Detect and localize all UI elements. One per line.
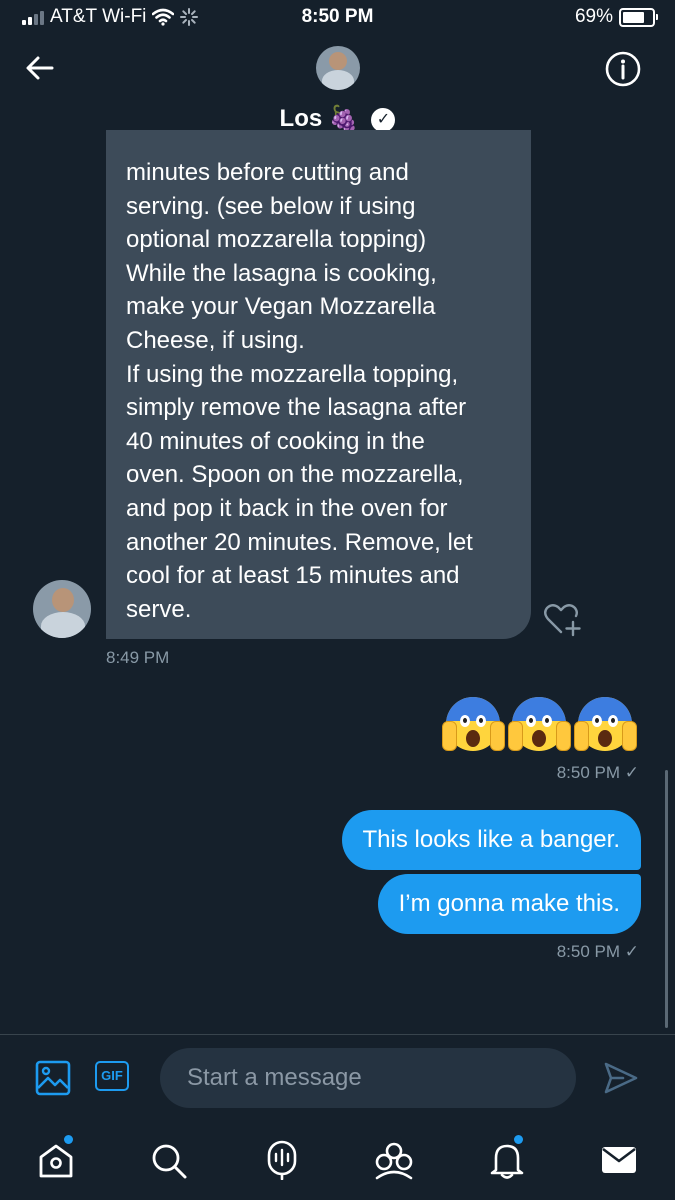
message-input-placeholder: Start a message bbox=[187, 1064, 362, 1091]
battery-icon bbox=[619, 7, 658, 27]
outgoing-message-bubble[interactable]: I’m gonna make this. bbox=[377, 874, 641, 934]
clock: 8:50 PM bbox=[301, 6, 374, 27]
screaming-face-emoji bbox=[508, 697, 571, 757]
battery-info: 69% bbox=[574, 6, 658, 28]
messages-icon[interactable] bbox=[601, 1146, 637, 1174]
send-icon[interactable] bbox=[603, 1061, 639, 1095]
gif-button[interactable]: GIF bbox=[95, 1061, 129, 1091]
emoji-message[interactable] bbox=[442, 697, 637, 757]
contact-name: Los bbox=[279, 105, 323, 132]
screaming-face-emoji bbox=[442, 697, 505, 757]
heart-plus-icon[interactable] bbox=[543, 602, 581, 638]
screaming-face-emoji bbox=[574, 697, 637, 757]
conversation-title[interactable]: Los 🍇 ✓ bbox=[0, 104, 675, 133]
status-bar: AT&T Wi-Fi 8:50 PM 69% bbox=[0, 0, 675, 36]
battery-percent: 69% bbox=[574, 6, 613, 27]
scrollbar[interactable] bbox=[665, 770, 668, 1028]
outgoing-timestamp: 8:50 PM ✓ bbox=[556, 942, 639, 961]
image-icon[interactable] bbox=[35, 1060, 71, 1096]
back-arrow-icon[interactable] bbox=[24, 52, 56, 84]
header-avatar[interactable] bbox=[316, 46, 360, 90]
message-input[interactable]: Start a message bbox=[160, 1048, 576, 1108]
verified-badge-icon: ✓ bbox=[371, 107, 396, 132]
communities-icon[interactable] bbox=[373, 1140, 415, 1180]
notifications-dot bbox=[514, 1135, 523, 1144]
outgoing-message-bubble[interactable]: This looks like a banger. bbox=[341, 810, 641, 870]
search-icon[interactable] bbox=[150, 1142, 188, 1180]
notifications-icon[interactable] bbox=[488, 1140, 526, 1180]
sender-avatar[interactable] bbox=[33, 580, 91, 638]
incoming-message-bubble[interactable]: minutes before cutting and serving. (see… bbox=[106, 130, 531, 639]
home-icon[interactable] bbox=[37, 1142, 75, 1180]
incoming-timestamp: 8:49 PM bbox=[106, 648, 170, 667]
name-emoji: 🍇 bbox=[328, 105, 359, 132]
spaces-icon[interactable] bbox=[263, 1140, 301, 1180]
home-notification-dot bbox=[64, 1135, 73, 1144]
info-icon[interactable] bbox=[605, 51, 641, 87]
composer-divider bbox=[0, 1034, 675, 1035]
emoji-timestamp: 8:50 PM ✓ bbox=[556, 763, 639, 782]
